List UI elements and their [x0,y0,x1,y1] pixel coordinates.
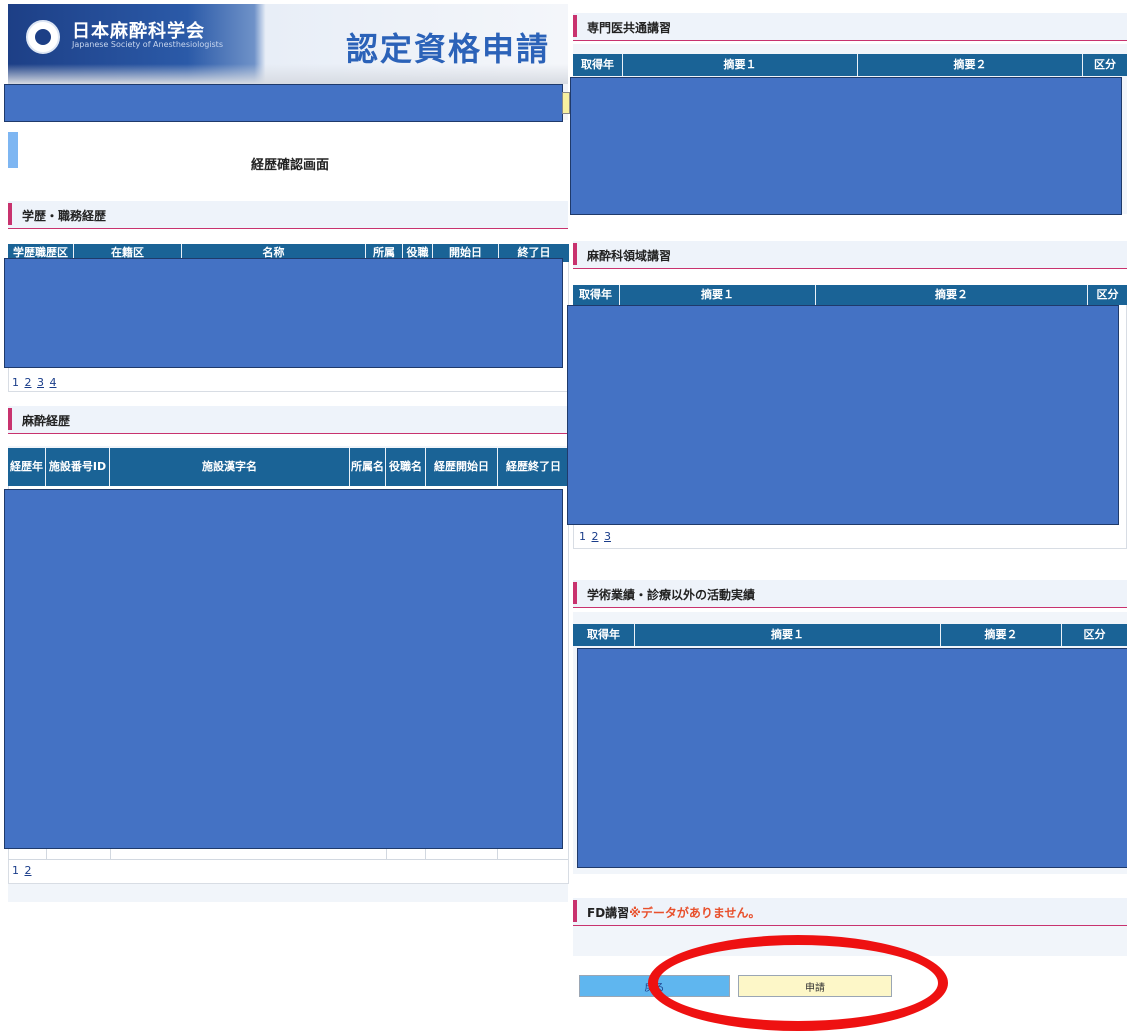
section-activities-title: 学術業績・診療以外の活動実績 [587,588,756,602]
page-title: 経歴確認画面 [250,158,329,173]
col-header: 区分 [1094,58,1116,71]
yellow-tab-marker [562,92,570,114]
section-accent-bar [8,203,12,225]
section-accent-bar [8,408,12,430]
page-link-4[interactable]: 4 [50,376,57,389]
col-header: 施設番号ID [46,448,110,486]
redacted-activities-rows [577,648,1127,868]
col-header: 摘要２ [941,624,1062,646]
section-field-course-header: 麻酔科領域講習 [573,241,1127,269]
col-header: 所属名 [350,448,386,486]
anesthesia-pagination: 1 2 [12,864,34,877]
section-accent-bar [573,15,577,37]
section-activities-header: 学術業績・診療以外の活動実績 [573,580,1127,608]
section-fd-title-line: FD講習※データがありません。 [587,904,760,921]
col-header: 経歴開始日 [426,448,498,486]
col-header: 摘要１ [620,285,816,305]
section-accent-bar [573,582,577,604]
redacted-academic-rows [4,258,563,368]
col-header: 摘要２ [816,285,1088,305]
page-link-2[interactable]: 2 [592,530,599,543]
redacted-common-course-rows [570,77,1122,215]
col-header: 施設漢字名 [110,448,350,486]
col-header: 取得年 [573,285,620,305]
section-fd-title: FD講習 [587,906,630,920]
society-emblem-icon [26,20,60,54]
field-course-table-header: 取得年 摘要１ 摘要２ 区分 [573,285,1127,305]
section-academic-title: 学歴・職務経歴 [22,209,107,223]
field-course-pagination: 1 2 3 [579,530,613,543]
col-header: 経歴終了日 [506,460,561,473]
col-header: 区分 [1096,288,1119,301]
col-header: 摘要１ [623,54,858,76]
section-accent-bar [573,243,577,265]
page-link-3[interactable]: 3 [604,530,611,543]
col-header: 区分 [1083,628,1106,641]
section-common-course-title: 専門医共通講習 [587,21,672,35]
col-header: 役職名 [386,448,426,486]
page-current: 1 [12,376,19,389]
no-data-notice: ※データがありません。 [629,906,761,920]
section-academic-header: 学歴・職務経歴 [8,201,568,229]
page-title-accent [8,132,18,168]
section-common-course-header: 専門医共通講習 [573,13,1127,41]
section-anesthesia-title: 麻酔経歴 [22,414,71,428]
highlight-ring-annotation [648,935,948,1031]
col-header: 取得年 [573,624,635,646]
section-field-course-title: 麻酔科領域講習 [587,249,672,263]
section-fd-header: FD講習※データがありません。 [573,898,1127,926]
redacted-field-course-rows [567,305,1119,525]
col-header: 経歴年 [8,448,46,486]
table-row-divider [8,859,568,860]
society-logo-subtitle: Japanese Society of Anesthesiologists [72,40,223,49]
redacted-anesthesia-rows [4,489,563,849]
page-link-2[interactable]: 2 [25,376,32,389]
col-header: 取得年 [573,54,623,76]
common-course-table-header: 取得年 摘要１ 摘要２ 区分 [573,54,1127,76]
page-link-3[interactable]: 3 [37,376,44,389]
redacted-user-info [4,84,563,122]
col-header: 摘要２ [858,54,1083,76]
anesthesia-table-header: 経歴年 施設番号ID 施設漢字名 所属名 役職名 経歴開始日 経歴終了日 [8,448,569,486]
activities-table-header: 取得年 摘要１ 摘要２ 区分 [573,624,1127,646]
section-accent-bar [573,900,577,922]
header-shadow [8,64,568,84]
col-header: 摘要１ [635,624,941,646]
page-current: 1 [579,530,586,543]
page-link-2[interactable]: 2 [25,864,32,877]
section-anesthesia-header: 麻酔経歴 [8,406,568,434]
academic-pagination: 1 2 3 4 [12,376,59,389]
page-current: 1 [12,864,19,877]
